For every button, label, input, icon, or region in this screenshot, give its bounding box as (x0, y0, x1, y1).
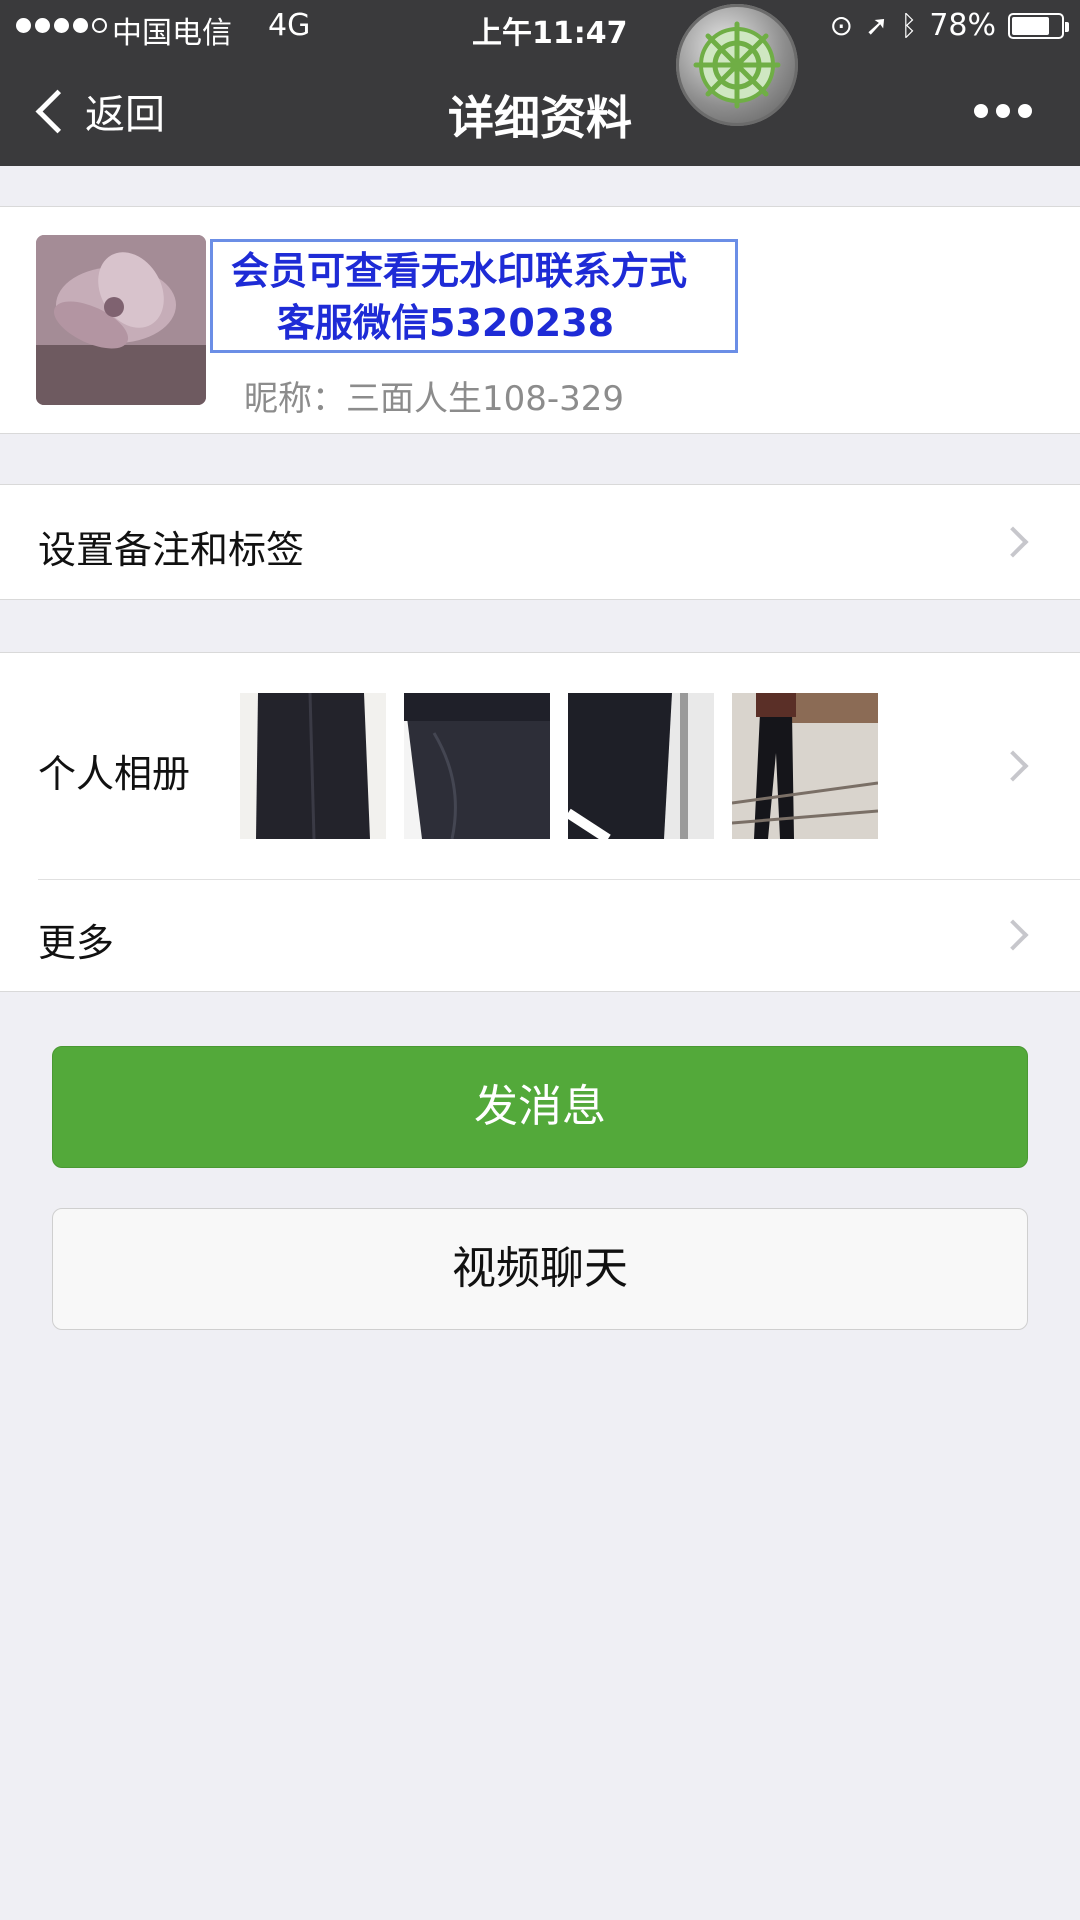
watermark-banner: 会员可查看无水印联系方式 客服微信5320238 (210, 239, 738, 353)
set-remark-label: 设置备注和标签 (38, 528, 305, 572)
more-row[interactable]: 更多 (0, 880, 1080, 992)
video-chat-button[interactable]: 视频聊天 (52, 1208, 1028, 1330)
top-bar: 中国电信 4G 上午11:47 ⊙ ➚ ᛒ 78% 返回 详细资料 (0, 0, 1080, 166)
ship-wheel-icon[interactable] (676, 4, 798, 126)
network-type: 4G (268, 8, 311, 43)
status-icons: ⊙ ➚ ᛒ 78% (829, 8, 1069, 43)
carrier-name: 中国电信 (112, 16, 232, 51)
battery-icon (1008, 12, 1069, 39)
location-arrow-icon: ➚ (865, 9, 889, 42)
bluetooth-icon: ᛒ (900, 9, 918, 42)
album-thumbnail[interactable] (732, 693, 878, 839)
watermark-line-1: 会员可查看无水印联系方式 (231, 249, 688, 293)
album-thumbnail[interactable] (404, 693, 550, 839)
send-message-button[interactable]: 发消息 (52, 1046, 1028, 1168)
watermark-line-2: 客服微信5320238 (277, 301, 615, 345)
status-time: 上午11:47 (472, 16, 628, 51)
orientation-lock-icon: ⊙ (829, 9, 854, 42)
more-label: 更多 (38, 921, 115, 965)
chevron-right-icon (997, 750, 1029, 782)
battery-percent: 78% (929, 8, 996, 43)
avatar[interactable] (36, 235, 206, 405)
nickname: 昵称：三面人生108-329 (244, 379, 625, 419)
profile-card: 会员可查看无水印联系方式 客服微信5320238 昵称：三面人生108-329 (0, 206, 1080, 434)
personal-album-label: 个人相册 (38, 752, 191, 796)
page-title: 详细资料 (448, 91, 632, 145)
status-bar: 中国电信 4G 上午11:47 ⊙ ➚ ᛒ 78% (0, 0, 1080, 54)
chevron-right-icon (997, 919, 1029, 951)
navigation-bar: 返回 详细资料 (0, 54, 1080, 166)
album-thumbnail[interactable] (568, 693, 714, 839)
set-remark-and-tags-row[interactable]: 设置备注和标签 (0, 484, 1080, 600)
more-dots-icon[interactable] (974, 104, 1032, 118)
chevron-right-icon (997, 526, 1029, 558)
personal-album-row[interactable]: 个人相册 (0, 653, 1080, 879)
battery-fill (1012, 16, 1050, 35)
album-thumbnail[interactable] (240, 693, 386, 839)
info-group: 个人相册 更多 (0, 652, 1080, 992)
signal-strength-icon (16, 18, 107, 33)
album-thumbnails (240, 693, 878, 839)
